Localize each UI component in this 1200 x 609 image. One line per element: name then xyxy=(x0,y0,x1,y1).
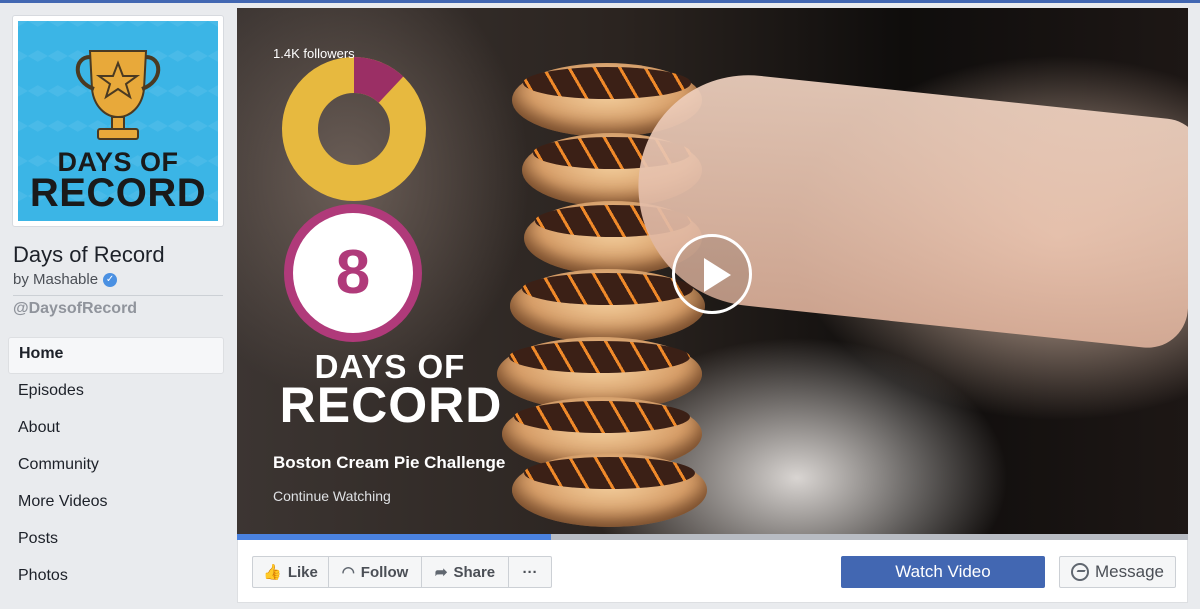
cover-title-line2: RECORD xyxy=(279,377,503,433)
share-arrow-icon: ➦ xyxy=(434,564,448,581)
page-handle[interactable]: @DaysofRecord xyxy=(13,300,137,318)
thumbs-up-icon: 👍 xyxy=(263,564,282,581)
nav-item-posts[interactable]: Posts xyxy=(8,522,224,559)
watch-video-button[interactable]: Watch Video xyxy=(841,556,1045,588)
action-bar: 👍 Like ◠ Follow ➦ Share ··· Watch Video … xyxy=(237,540,1188,603)
nav-item-episodes[interactable]: Episodes xyxy=(8,374,224,411)
episode-number-badge: 8 xyxy=(284,204,422,342)
trophy-icon xyxy=(75,50,161,140)
verified-badge-icon: ✓ xyxy=(103,272,118,287)
more-options-button[interactable]: ··· xyxy=(508,556,552,588)
followers-donut-chart xyxy=(282,57,426,201)
like-button[interactable]: 👍 Like xyxy=(252,556,329,588)
followers-count: 1.4K followers xyxy=(273,46,355,61)
nav-item-more-videos[interactable]: More Videos xyxy=(8,485,224,522)
watch-video-label: Watch Video xyxy=(895,562,991,581)
by-line-text[interactable]: by Mashable xyxy=(13,271,98,288)
divider xyxy=(13,295,223,296)
episode-title[interactable]: Boston Cream Pie Challenge xyxy=(273,453,505,473)
nav-item-photos[interactable]: Photos xyxy=(8,559,224,596)
follow-button[interactable]: ◠ Follow xyxy=(328,556,422,588)
page-title[interactable]: Days of Record xyxy=(13,242,165,268)
share-label: Share xyxy=(453,563,496,581)
share-button[interactable]: ➦ Share xyxy=(421,556,509,588)
by-line: by Mashable ✓ xyxy=(13,271,118,288)
play-button-icon[interactable] xyxy=(672,234,752,314)
like-label: Like xyxy=(287,563,318,581)
rss-icon: ◠ xyxy=(341,564,355,581)
top-bar-edge xyxy=(0,0,1200,3)
profile-picture[interactable]: DAYS OF RECORD xyxy=(12,15,224,227)
follow-label: Follow xyxy=(360,563,409,581)
nav-item-about[interactable]: About xyxy=(8,411,224,448)
nav-item-community[interactable]: Community xyxy=(8,448,224,485)
left-nav: Home Episodes About Community More Video… xyxy=(8,337,224,596)
more-dots-icon: ··· xyxy=(522,563,538,581)
badge-number: 8 xyxy=(293,213,413,333)
nav-item-home[interactable]: Home xyxy=(8,337,224,374)
cover-video[interactable]: 1.4K followers 8 DAYS OF RECORD Boston C… xyxy=(237,8,1188,541)
message-button[interactable]: Message xyxy=(1059,556,1176,588)
messenger-icon xyxy=(1071,563,1089,581)
message-label: Message xyxy=(1095,562,1164,581)
profile-logo-line2: RECORD xyxy=(29,171,207,215)
continue-watching-link[interactable]: Continue Watching xyxy=(273,488,391,504)
page-actions: 👍 Like ◠ Follow ➦ Share ··· xyxy=(252,556,552,588)
profile-logo: DAYS OF RECORD xyxy=(18,21,218,221)
